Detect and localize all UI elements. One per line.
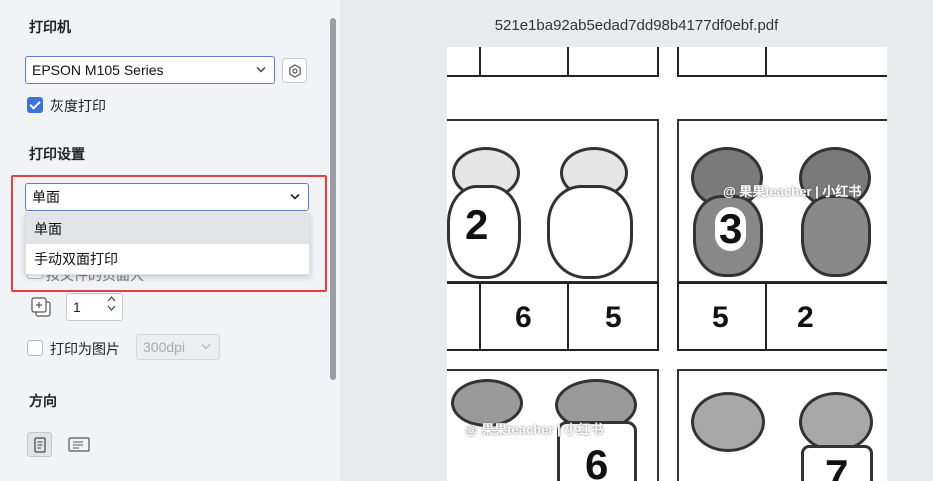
duplex-dropdown-list: 单面 手动双面打印 [25, 213, 310, 275]
print-as-image-checkbox[interactable] [27, 340, 43, 356]
giraffe-head [799, 392, 873, 452]
printer-section-title: 打印机 [29, 19, 71, 35]
watermark: @ 果果teacher | 小红书 [465, 422, 604, 437]
table-line [765, 47, 767, 75]
chevron-down-icon[interactable] [107, 305, 116, 311]
landscape-button[interactable] [66, 432, 91, 457]
table-line [677, 282, 679, 351]
chevron-up-icon[interactable] [107, 296, 116, 302]
table-line [677, 75, 887, 77]
dpi-value: 300dpi [143, 339, 186, 355]
printer-properties-button[interactable] [282, 58, 307, 83]
table-line [567, 47, 569, 75]
number-badge-empty [547, 185, 633, 279]
duplex-option-manual-duplex[interactable]: 手动双面打印 [26, 244, 309, 274]
table-number: 2 [797, 301, 814, 334]
printer-select-value: EPSON M105 Series [32, 62, 164, 78]
printer-select[interactable]: EPSON M105 Series [25, 56, 275, 84]
table-line [447, 75, 659, 77]
print-as-image-label: 打印为图片 [50, 341, 120, 357]
panel-scrollbar[interactable] [330, 18, 336, 380]
table-line [479, 282, 481, 351]
giraffe-head [691, 392, 765, 452]
table-number: 5 [712, 301, 729, 334]
copies-stepper[interactable]: 1 [66, 293, 123, 321]
grayscale-checkbox[interactable] [27, 97, 43, 113]
stepper-arrows[interactable] [107, 296, 116, 311]
duplex-select[interactable]: 单面 [25, 183, 309, 211]
copies-value: 1 [73, 299, 81, 315]
grayscale-label: 灰度打印 [50, 98, 106, 114]
badge-number: 3 [715, 207, 747, 251]
table-line [677, 47, 679, 75]
table-line [567, 282, 569, 351]
print-settings-panel: 打印机 EPSON M105 Series 灰度打印 打印设置 按文件的页面大 … [0, 0, 340, 481]
table-line [657, 282, 659, 351]
chevron-down-icon [256, 65, 266, 76]
table-line [677, 282, 887, 284]
print-settings-title: 打印设置 [29, 146, 85, 162]
chevron-down-icon [290, 192, 300, 203]
table-line [479, 47, 481, 75]
preview-page: 2 3 @ 果果teacher | 小红书 6 5 5 2 6 @ 果果teac… [447, 47, 887, 481]
badge-number: 2 [465, 201, 489, 248]
copies-icon [30, 296, 52, 318]
gear-icon [288, 63, 301, 78]
orientation-title: 方向 [29, 393, 57, 409]
portrait-icon [33, 436, 46, 453]
chevron-down-icon [201, 342, 211, 353]
badge-number: 6 [585, 441, 609, 481]
table-line [657, 47, 659, 75]
table-line [765, 282, 767, 351]
dpi-select: 300dpi [136, 334, 220, 360]
duplex-select-value: 单面 [32, 189, 60, 205]
number-badge-empty [801, 195, 871, 277]
badge-number: 7 [825, 451, 849, 481]
table-line [677, 349, 887, 351]
preview-filename: 521e1ba92ab5edad7dd98b4177df0ebf.pdf [494, 17, 779, 34]
watermark: @ 果果teacher | 小红书 [723, 184, 862, 199]
portrait-button[interactable] [27, 432, 52, 457]
table-number: 6 [515, 301, 532, 334]
table-number: 5 [605, 301, 622, 334]
duplex-option-single[interactable]: 单面 [26, 214, 309, 244]
landscape-icon [67, 437, 90, 452]
